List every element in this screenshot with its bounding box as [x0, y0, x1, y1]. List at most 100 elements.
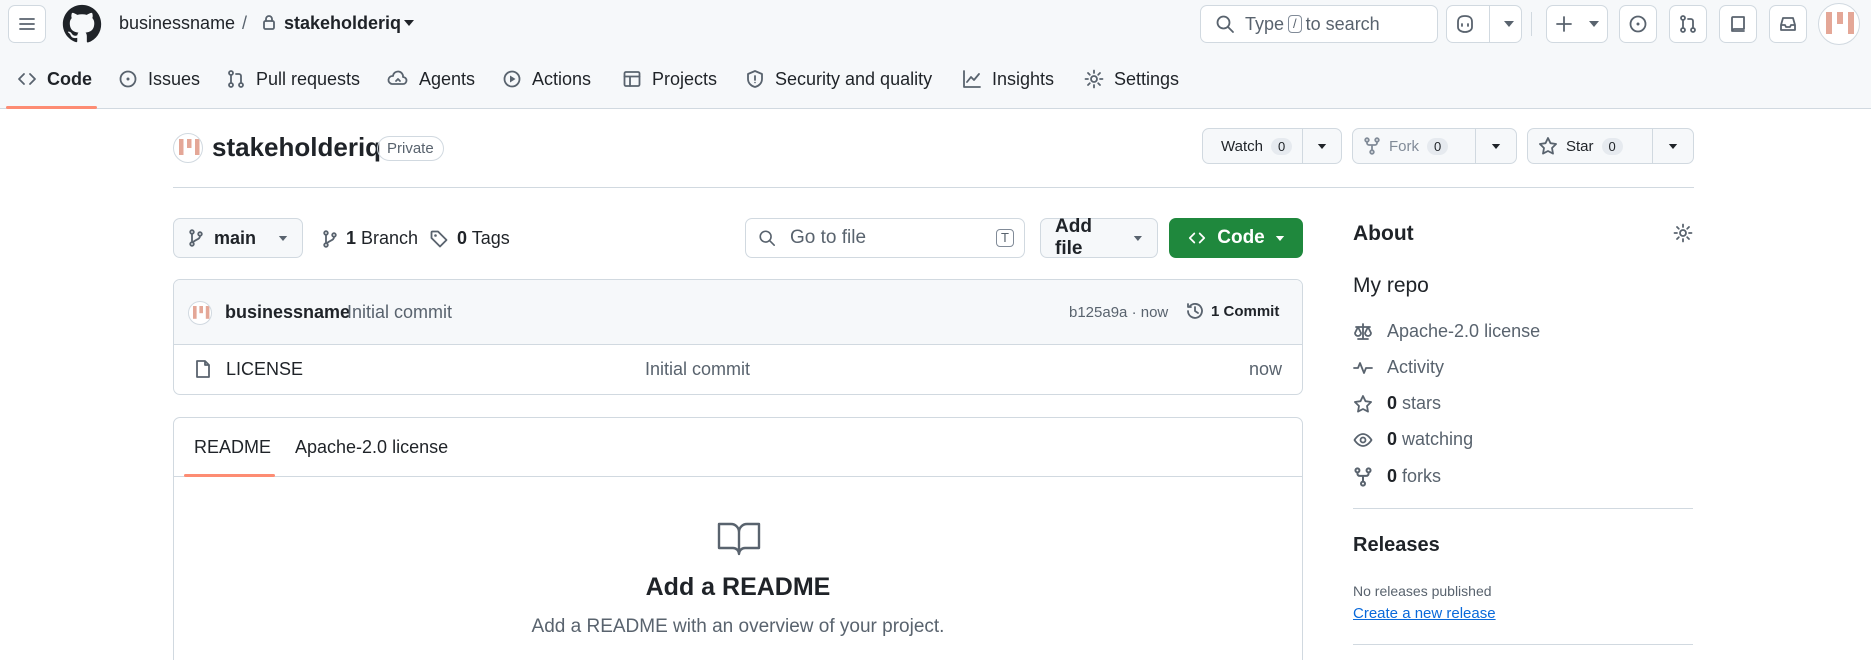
git-branch-icon — [323, 229, 337, 248]
code-dropdown-button[interactable]: Code — [1169, 218, 1303, 258]
search-input[interactable]: Type / to search — [1200, 5, 1438, 43]
add-file-button[interactable]: Add file — [1040, 216, 1158, 259]
create-new-button[interactable] — [1546, 5, 1608, 43]
header-divider — [1531, 12, 1532, 36]
tab-license[interactable]: Apache-2.0 license — [295, 437, 448, 458]
commit-author[interactable]: businessname — [225, 302, 350, 323]
tab-projects[interactable]: Projects — [622, 60, 717, 98]
repo-title[interactable]: stakeholderiq — [212, 132, 381, 163]
releases-heading[interactable]: Releases — [1353, 534, 1440, 557]
watching-link[interactable]: 0 watching — [1353, 429, 1473, 450]
stars-link[interactable]: 0 stars — [1353, 393, 1441, 414]
chevron-down-icon — [278, 235, 288, 241]
forks-link[interactable]: 0 forks — [1353, 466, 1441, 487]
tags-link[interactable]: 0 Tags — [429, 228, 510, 249]
star-button[interactable]: Star 0 — [1528, 129, 1653, 163]
menu-button[interactable] — [8, 5, 46, 43]
table-icon — [623, 71, 641, 87]
agent-icon — [387, 70, 408, 85]
file-row[interactable]: LICENSE Initial commit now — [174, 345, 1302, 394]
code-button-label: Code — [1217, 227, 1265, 248]
eye-icon — [1353, 432, 1373, 447]
breadcrumb-separator: / — [242, 13, 248, 33]
inbox-button[interactable] — [1769, 5, 1807, 43]
tab-settings[interactable]: Settings — [1084, 60, 1179, 98]
tab-insights[interactable]: Insights — [962, 60, 1054, 98]
commit-sha-time[interactable]: b125a9a · now — [1069, 304, 1168, 321]
star-icon — [1539, 137, 1557, 155]
about-heading: About — [1353, 222, 1414, 245]
go-to-file-input[interactable]: Go to file T — [745, 218, 1025, 258]
stars-label: stars — [1402, 393, 1442, 413]
global-header: businessname / stakeholderiq Type / to s… — [0, 0, 1871, 109]
sidebar-divider — [1353, 508, 1693, 509]
breadcrumb-repo[interactable]: stakeholderiq — [284, 13, 401, 34]
repo-forked-icon — [1354, 466, 1372, 487]
identicon-icon — [193, 306, 210, 319]
branch-selector[interactable]: main — [173, 218, 303, 258]
commit-message[interactable]: Initial commit — [347, 302, 452, 323]
license-label: Apache-2.0 license — [1387, 321, 1541, 341]
fork-button[interactable]: Fork 0 — [1353, 129, 1477, 163]
commit-history-link[interactable]: 1 Commit — [1185, 301, 1279, 321]
copilot-icon — [1456, 15, 1473, 33]
repo-description: My repo — [1353, 274, 1429, 297]
star-dropdown[interactable] — [1653, 129, 1693, 163]
owner-avatar[interactable] — [173, 133, 203, 163]
github-logo[interactable] — [62, 4, 102, 44]
file-commit-time: now — [1248, 359, 1282, 379]
commit-count: 1 Commit — [1211, 302, 1280, 320]
activity-link[interactable]: Activity — [1353, 357, 1444, 378]
tab-pull-requests[interactable]: Pull requests — [226, 60, 360, 98]
tab-issues[interactable]: Issues — [118, 60, 200, 98]
chevron-down-icon — [1588, 21, 1599, 27]
tab-label: Code — [47, 68, 92, 89]
chevron-down-icon — [1491, 143, 1501, 149]
pull-requests-button[interactable] — [1669, 5, 1707, 43]
fork-dropdown[interactable] — [1476, 129, 1516, 163]
shield-icon — [747, 70, 763, 88]
chevron-down-icon — [1668, 143, 1678, 149]
gear-icon[interactable] — [1673, 223, 1693, 243]
tab-readme[interactable]: README — [194, 437, 271, 458]
repo-switcher-caret-icon[interactable] — [403, 19, 415, 27]
file-name[interactable]: LICENSE — [226, 359, 303, 380]
tab-agents[interactable]: Agents — [387, 60, 475, 98]
user-avatar[interactable] — [1818, 3, 1860, 45]
issue-opened-icon — [119, 70, 137, 88]
tab-label: Security and quality — [775, 68, 933, 89]
visibility-badge: Private — [377, 136, 444, 161]
chevron-down-icon — [1503, 21, 1514, 27]
copilot-button[interactable] — [1446, 5, 1522, 43]
issue-opened-icon — [1629, 15, 1647, 33]
branches-link[interactable]: 1 Branch — [322, 228, 418, 249]
file-commit-message[interactable]: Initial commit — [645, 359, 750, 380]
tab-label: Issues — [148, 68, 201, 89]
tab-security[interactable]: Security and quality — [745, 60, 932, 98]
repositories-button[interactable] — [1719, 5, 1757, 43]
watch-button[interactable]: Watch 0 — [1203, 129, 1303, 163]
history-icon — [1187, 303, 1203, 319]
tab-actions[interactable]: Actions — [502, 60, 591, 98]
license-link[interactable]: Apache-2.0 license — [1353, 321, 1540, 342]
activity-label: Activity — [1387, 357, 1445, 377]
lock-icon — [262, 14, 276, 31]
tab-label: Pull requests — [256, 68, 361, 89]
repo-icon — [1731, 16, 1745, 32]
tag-count: 0 — [457, 228, 468, 248]
code-icon — [1189, 232, 1206, 244]
readme-empty-title: Add a README — [645, 573, 831, 601]
go-to-file-placeholder: Go to file — [790, 227, 867, 248]
breadcrumb-owner[interactable]: businessname — [119, 13, 235, 34]
go-to-file-shortcut: T — [996, 229, 1014, 247]
commit-author-avatar[interactable] — [188, 301, 212, 325]
tab-code[interactable]: Code — [17, 60, 92, 98]
watch-dropdown[interactable] — [1303, 129, 1341, 163]
branch-name: main — [214, 227, 257, 248]
selected-tab-indicator — [184, 474, 275, 477]
issues-button[interactable] — [1619, 5, 1657, 43]
git-branch-icon — [189, 229, 203, 247]
create-release-link[interactable]: Create a new release — [1353, 605, 1496, 622]
law-icon — [1354, 322, 1372, 340]
forks-count: 0 — [1387, 466, 1398, 486]
